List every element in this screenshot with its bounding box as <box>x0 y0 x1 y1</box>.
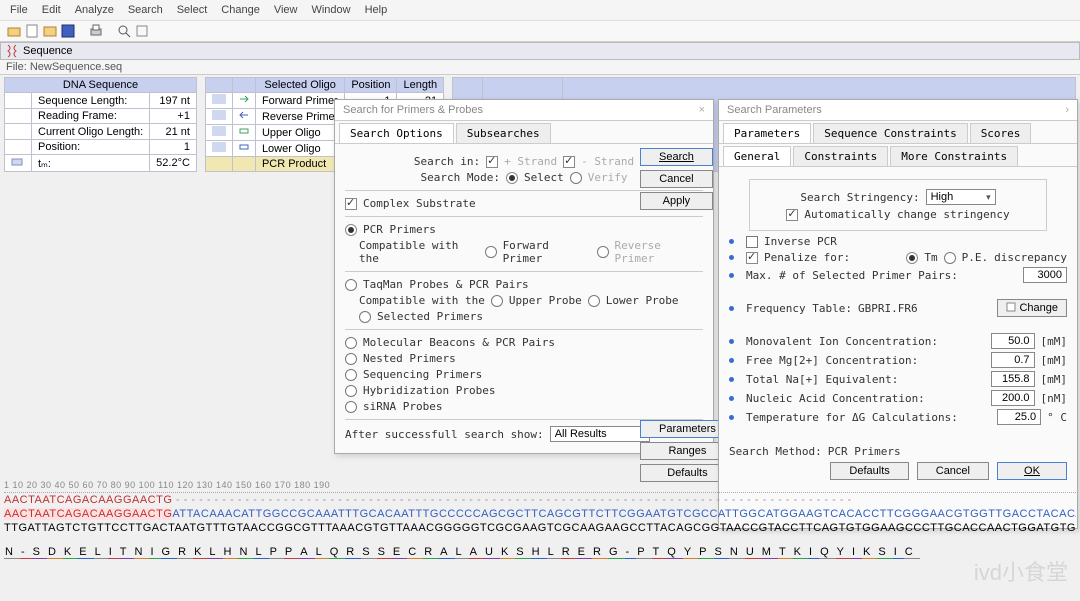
dna-icon <box>5 44 19 58</box>
search-mode-label: Search Mode: <box>421 171 500 184</box>
auto-stringency-check[interactable] <box>786 209 798 221</box>
menu-help[interactable]: Help <box>359 2 394 18</box>
file-icon[interactable] <box>24 23 40 39</box>
dialog-title: Search for Primers & Probes <box>343 104 483 116</box>
close-icon[interactable]: × <box>699 104 705 116</box>
folder-icon[interactable] <box>42 23 58 39</box>
plus-strand-check <box>486 156 498 168</box>
search-method-label: Search Method: <box>729 445 822 458</box>
table-row: Current Oligo Length:21 nt <box>5 124 197 139</box>
menu-window[interactable]: Window <box>305 2 356 18</box>
minus-strand-check <box>563 156 575 168</box>
print-icon[interactable] <box>88 23 104 39</box>
subtab-general[interactable]: General <box>723 146 791 166</box>
tab-parameters[interactable]: Parameters <box>723 123 811 143</box>
search-icon[interactable] <box>116 23 132 39</box>
upper-probe-radio <box>491 295 503 307</box>
pe-radio[interactable] <box>944 252 956 264</box>
taqman-radio[interactable] <box>345 279 357 291</box>
menu-search[interactable]: Search <box>122 2 169 18</box>
save-icon[interactable] <box>60 23 76 39</box>
menu-view[interactable]: View <box>268 2 304 18</box>
seq-primers-radio[interactable] <box>345 369 357 381</box>
stringency-select[interactable]: High <box>926 189 996 205</box>
menu-change[interactable]: Change <box>215 2 266 18</box>
tab-seq-constraints[interactable]: Sequence Constraints <box>813 123 967 143</box>
search-button[interactable]: Search <box>640 148 713 166</box>
table-row: Reading Frame:+1 <box>5 108 197 123</box>
na-input[interactable]: 155.8 <box>991 371 1035 387</box>
tab-subsearches[interactable]: Subsearches <box>456 123 551 143</box>
expand-icon[interactable]: › <box>1065 104 1069 116</box>
after-search-label: After successfull search show: <box>345 428 544 441</box>
open-icon[interactable] <box>6 23 22 39</box>
file-icon <box>1006 302 1016 312</box>
mono-input[interactable]: 50.0 <box>991 333 1035 349</box>
watermark: ivd小食堂 <box>974 555 1068 587</box>
inverse-pcr-check[interactable] <box>746 236 758 248</box>
table-row: Sequence Length:197 nt <box>5 93 197 108</box>
file-path-bar: File: NewSequence.seq <box>0 60 1080 75</box>
main-toolbar <box>0 21 1080 42</box>
after-search-select[interactable]: All Results <box>550 426 650 442</box>
sequence-tab-label: Sequence <box>23 45 73 57</box>
max-pairs-input[interactable]: 3000 <box>1023 267 1067 283</box>
mode-verify-radio <box>570 172 582 184</box>
search-parameters-panel: Search Parameters › Parameters Sequence C… <box>718 99 1078 529</box>
subtab-more[interactable]: More Constraints <box>890 146 1018 166</box>
freq-table-label: Frequency Table: <box>746 302 852 315</box>
ruler: 1 10 20 30 40 50 60 70 80 90 100 110 120… <box>4 478 1076 493</box>
sequence-tab-header: Sequence <box>0 42 1080 60</box>
selected-primers-radio <box>359 311 371 323</box>
menu-select[interactable]: Select <box>171 2 214 18</box>
tool-icon[interactable] <box>134 23 150 39</box>
menu-file[interactable]: File <box>4 2 34 18</box>
sirna-radio <box>345 401 357 413</box>
lower-probe-radio <box>588 295 600 307</box>
menubar: File Edit Analyze Search Select Change V… <box>0 0 1080 21</box>
max-pairs-label: Max. # of Selected Primer Pairs: <box>746 269 958 282</box>
tm-radio[interactable] <box>906 252 918 264</box>
panel-title: Search Parameters <box>727 104 822 116</box>
dna-header: DNA Sequence <box>5 78 197 93</box>
mode-select-radio[interactable] <box>506 172 518 184</box>
pcr-primers-radio[interactable] <box>345 224 357 236</box>
stringency-label: Search Stringency: <box>800 191 919 204</box>
subtab-constraints[interactable]: Constraints <box>793 146 888 166</box>
nuc-input[interactable]: 200.0 <box>991 390 1035 406</box>
mg-input[interactable]: 0.7 <box>991 352 1035 368</box>
cancel-button[interactable]: Cancel <box>640 170 713 188</box>
compat-rp-radio <box>597 246 609 258</box>
change-button[interactable]: Change <box>997 299 1067 317</box>
complex-substrate-check[interactable] <box>345 198 357 210</box>
hyb-probes-radio[interactable] <box>345 385 357 397</box>
apply-button[interactable]: Apply <box>640 192 713 210</box>
tab-search-options[interactable]: Search Options <box>339 123 454 143</box>
sequence-viewer: 1 10 20 30 40 50 60 70 80 90 100 110 120… <box>4 478 1076 559</box>
translation-line: N-SDKELITNIGRKLHNLPPALQRSSECRALAUKSHLRER… <box>4 545 1076 559</box>
dna-sequence-table: DNA Sequence Sequence Length:197 nt Read… <box>4 77 197 172</box>
primer-icon <box>212 94 226 104</box>
menu-analyze[interactable]: Analyze <box>69 2 120 18</box>
nested-primers-radio[interactable] <box>345 353 357 365</box>
table-row: Position:1 <box>5 139 197 154</box>
table-row: tₘ:52.2°C <box>5 155 197 172</box>
penalize-check[interactable] <box>746 252 758 264</box>
mol-beacons-radio[interactable] <box>345 337 357 349</box>
tab-scores[interactable]: Scores <box>970 123 1032 143</box>
temp-input[interactable]: 25.0 <box>997 409 1041 425</box>
dir-icon <box>239 94 249 104</box>
compat-fp-radio[interactable] <box>485 246 497 258</box>
search-in-label: Search in: <box>414 155 480 168</box>
menu-edit[interactable]: Edit <box>36 2 67 18</box>
tm-icon <box>11 157 25 167</box>
